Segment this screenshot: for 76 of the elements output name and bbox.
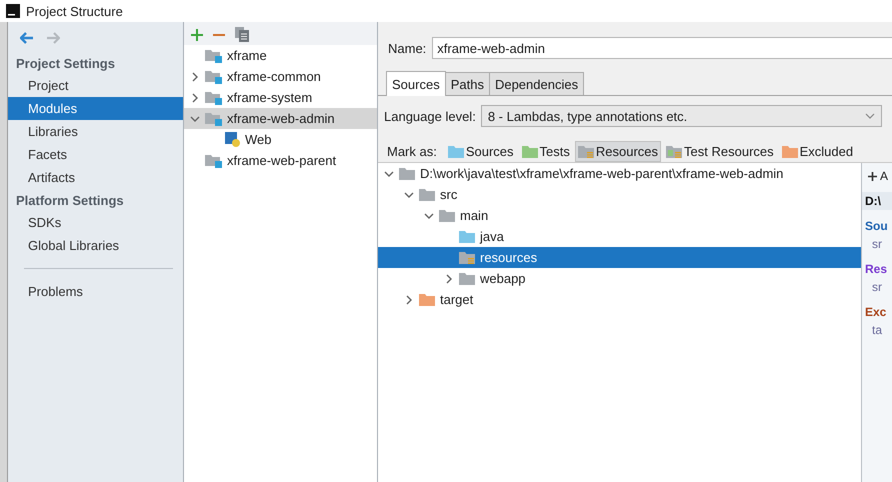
root-heading: D:\ — [862, 192, 892, 210]
window-title: Project Structure — [26, 4, 123, 18]
tab[interactable]: Dependencies — [488, 72, 584, 95]
sidebar-item[interactable]: Modules — [8, 97, 183, 120]
module-folder-icon — [205, 48, 222, 62]
add-content-root-link[interactable]: A — [880, 169, 888, 183]
root-heading: Exc — [864, 304, 888, 321]
mark-as-label: Mark as: — [387, 144, 437, 158]
module-row[interactable]: xframe-web-parent — [184, 150, 377, 171]
chevron-down-icon[interactable] — [424, 210, 434, 220]
root-heading: Res — [864, 261, 888, 278]
folder-icon — [459, 272, 475, 285]
chevron-down-icon[interactable] — [404, 190, 414, 200]
section-title: Platform Settings — [15, 192, 125, 210]
module-row[interactable]: xframe-web-admin — [184, 108, 377, 129]
module-row[interactable]: xframe-common — [184, 66, 377, 87]
sidebar-item[interactable]: Facets — [8, 143, 183, 166]
chevron-down-icon[interactable] — [384, 168, 394, 178]
folder-icon — [399, 167, 415, 180]
folder-row[interactable]: webapp — [378, 268, 861, 289]
name-field[interactable]: xframe-web-admin — [432, 37, 892, 59]
chevron-right-icon[interactable] — [190, 72, 200, 82]
name-label: Name: — [388, 40, 426, 56]
module-folder-icon — [205, 90, 222, 104]
chevron-down-icon[interactable] — [190, 114, 200, 124]
mark-as-button[interactable]: Tests — [518, 140, 573, 162]
folder-row[interactable]: D:\work\java\test\xframe\xframe-web-parent\xframe-web-admin — [378, 163, 861, 184]
language-level-label: Language level: — [384, 108, 476, 124]
module-row[interactable]: xframe — [184, 45, 377, 66]
folder-row[interactable]: main — [378, 205, 861, 226]
sidebar-item[interactable]: SDKs — [8, 211, 183, 234]
folder-icon — [578, 144, 594, 158]
mark-as-button[interactable]: Resources — [574, 140, 662, 162]
tab[interactable]: Paths — [444, 72, 490, 95]
root-path: sr — [871, 279, 883, 296]
mark-as-button[interactable]: Excluded — [778, 140, 856, 162]
folder-row[interactable]: resources — [378, 247, 861, 268]
module-folder-icon — [205, 70, 222, 84]
tab[interactable]: Sources — [386, 71, 446, 96]
app-logo-icon — [6, 4, 20, 18]
folder-row[interactable]: src — [378, 184, 861, 205]
mark-as-button[interactable]: Sources — [444, 140, 517, 162]
root-path: ta — [871, 322, 884, 339]
folder-icon — [782, 144, 798, 158]
folder-row[interactable]: target — [378, 289, 861, 310]
sidebar-item[interactable]: Artifacts — [8, 166, 183, 189]
folder-row[interactable]: java — [378, 226, 861, 247]
module-folder-icon — [205, 154, 222, 168]
folder-icon — [419, 293, 435, 306]
add-icon[interactable] — [868, 172, 877, 180]
sidebar-item[interactable]: Libraries — [8, 120, 183, 143]
dropdown-caret-icon — [865, 113, 875, 119]
folder-icon — [439, 209, 455, 222]
module-folder-icon — [205, 112, 222, 126]
sidebar-item[interactable]: Problems — [8, 280, 183, 303]
sidebar-item[interactable]: Project — [8, 74, 183, 97]
language-level-dropdown[interactable]: 8 - Lambdas, type annotations etc. — [480, 105, 882, 127]
folder-icon — [459, 230, 475, 243]
copy-icon[interactable] — [235, 27, 249, 42]
sidebar-item[interactable]: Global Libraries — [8, 234, 183, 257]
folder-icon — [459, 251, 475, 264]
folder-icon — [419, 188, 435, 201]
folder-icon — [522, 144, 538, 158]
back-arrow-icon[interactable] — [20, 32, 34, 44]
module-row[interactable]: xframe-system — [184, 87, 377, 108]
web-facet-icon — [225, 132, 240, 147]
mark-as-button[interactable]: Test Resources — [663, 140, 777, 162]
chevron-right-icon[interactable] — [190, 92, 200, 102]
chevron-right-icon[interactable] — [404, 294, 414, 304]
folder-icon — [448, 144, 464, 158]
root-heading: Sou — [864, 218, 889, 235]
module-row[interactable]: Web — [184, 129, 377, 150]
root-path: sr — [871, 236, 883, 253]
section-title: Project Settings — [15, 55, 116, 73]
chevron-right-icon[interactable] — [444, 274, 454, 284]
folder-icon — [666, 144, 682, 158]
